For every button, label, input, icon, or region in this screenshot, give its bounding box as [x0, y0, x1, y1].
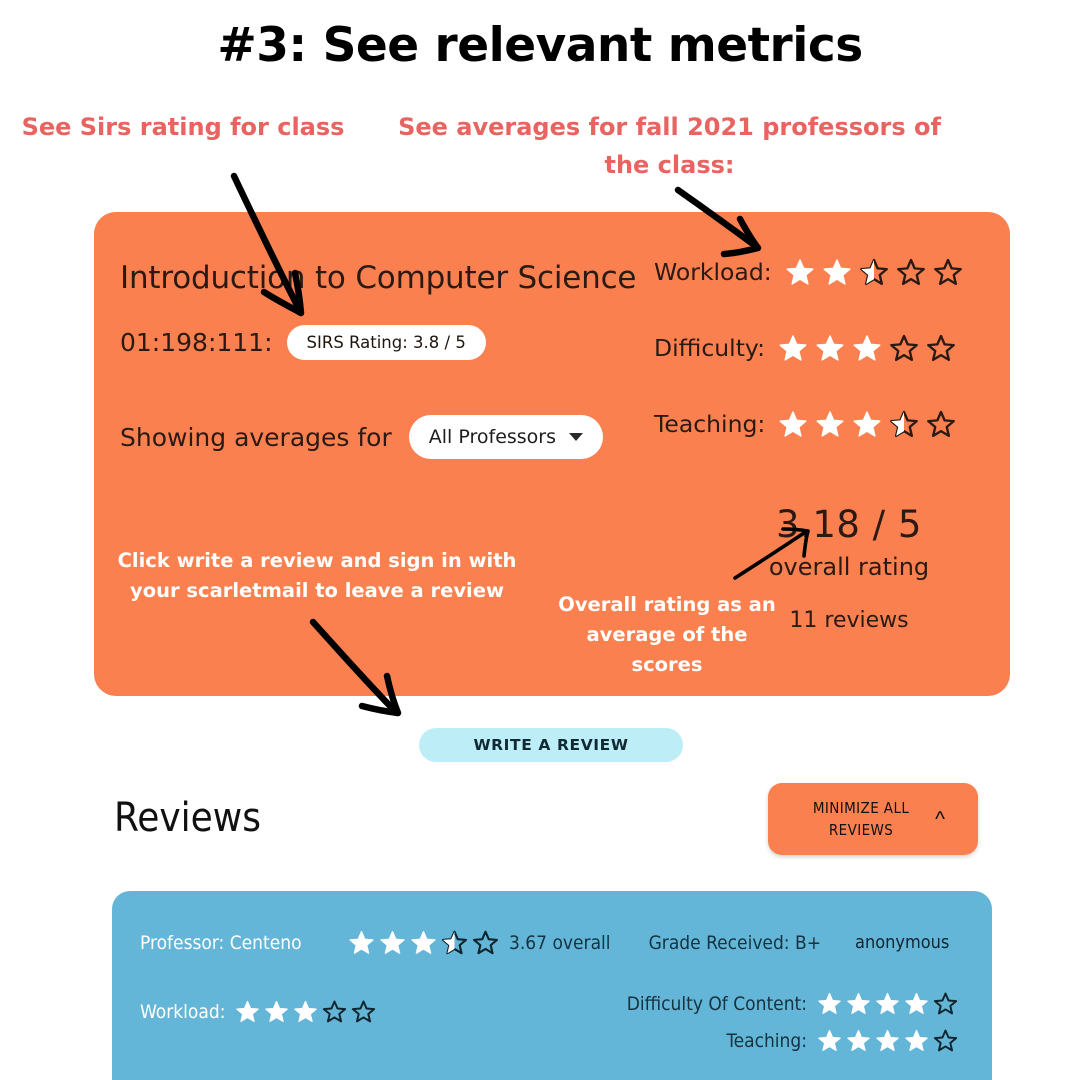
write-review-button[interactable]: WRITE A REVIEW	[419, 728, 683, 762]
star-filled-icon	[816, 411, 844, 437]
star-empty-icon	[323, 1000, 347, 1023]
star-filled-icon	[905, 992, 928, 1015]
star-filled-icon	[853, 411, 881, 437]
review-workload-row: Workload:	[140, 999, 376, 1024]
review-teaching-stars	[817, 1028, 958, 1053]
metric-stars	[778, 333, 956, 363]
star-empty-icon	[933, 1029, 958, 1052]
star-half-icon	[890, 410, 919, 438]
annotation-write-review: Click write a review and sign in with yo…	[117, 549, 517, 602]
star-empty-icon	[896, 258, 925, 286]
star-filled-icon	[816, 335, 844, 361]
metric-row: Difficulty:	[654, 328, 994, 368]
showing-averages-row: Showing averages for All Professors	[120, 415, 604, 459]
chevron-down-icon	[569, 433, 584, 441]
star-filled-icon	[818, 1029, 841, 1052]
metric-row: Teaching:	[654, 404, 994, 444]
review-workload-stars	[235, 999, 376, 1024]
annotation-overall-average: Overall rating as an average of the scor…	[558, 593, 776, 676]
star-filled-icon	[236, 1000, 260, 1023]
review-difficulty-stars	[817, 991, 958, 1016]
course-code-row: 01:198:111: SIRS Rating: 3.8 / 5	[120, 325, 486, 360]
review-grade: Grade Received: B+	[648, 931, 822, 954]
review-difficulty-label: Difficulty Of Content:	[626, 992, 807, 1015]
professor-select[interactable]: All Professors	[408, 415, 604, 459]
metric-label: Teaching:	[654, 410, 766, 438]
star-empty-icon	[933, 258, 962, 286]
sirs-rating-pill[interactable]: SIRS Rating: 3.8 / 5	[286, 325, 486, 360]
star-empty-icon	[352, 1000, 376, 1023]
chevron-up-icon: ^	[935, 807, 945, 831]
metric-stars	[785, 257, 963, 287]
star-filled-icon	[847, 1029, 870, 1052]
metric-row: Workload:	[654, 252, 994, 292]
star-half-icon	[859, 258, 888, 286]
review-card: Professor: Centeno 3.67 overall Grade Re…	[112, 891, 992, 1080]
course-title: Introduction to Computer Science	[120, 260, 637, 296]
metric-stars	[778, 409, 956, 439]
star-filled-icon	[294, 1000, 318, 1023]
overall-rating-score: 3.18 / 5	[776, 503, 922, 546]
star-filled-icon	[823, 259, 851, 285]
annotation-averages: See averages for fall 2021 professors of…	[398, 113, 941, 179]
review-overall-stars	[348, 929, 499, 956]
star-filled-icon	[380, 931, 405, 954]
star-empty-icon	[933, 992, 958, 1015]
review-workload-label: Workload:	[140, 1000, 226, 1023]
page-title: #3: See relevant metrics	[217, 18, 863, 73]
star-filled-icon	[411, 931, 436, 954]
star-empty-icon	[927, 410, 956, 438]
review-card-header: Professor: Centeno 3.67 overall Grade Re…	[140, 929, 949, 956]
minimize-all-reviews-label: MINIMIZE ALL REVIEWS	[812, 799, 910, 839]
review-overall-text: 3.67 overall	[509, 931, 611, 954]
course-code: 01:198:111:	[120, 328, 273, 357]
star-filled-icon	[847, 992, 870, 1015]
slide-canvas: #3: See relevant metrics See Sirs rating…	[0, 0, 1080, 1080]
star-filled-icon	[779, 335, 807, 361]
review-right-ratings: Difficulty Of Content: Teaching:	[627, 991, 958, 1065]
star-filled-icon	[349, 931, 374, 954]
star-half-icon	[441, 930, 468, 955]
review-professor: Professor: Centeno	[140, 931, 302, 954]
star-filled-icon	[876, 992, 899, 1015]
star-filled-icon	[786, 259, 814, 285]
star-filled-icon	[905, 1029, 928, 1052]
star-filled-icon	[818, 992, 841, 1015]
professor-select-value: All Professors	[428, 426, 557, 448]
showing-averages-label: Showing averages for	[120, 422, 392, 452]
review-difficulty-row: Difficulty Of Content:	[627, 991, 958, 1016]
review-teaching-label: Teaching:	[726, 1029, 807, 1052]
star-filled-icon	[876, 1029, 899, 1052]
star-filled-icon	[779, 411, 807, 437]
annotation-sirs-rating: See Sirs rating for class	[21, 113, 345, 141]
star-empty-icon	[890, 334, 918, 362]
star-filled-icon	[265, 1000, 289, 1023]
star-empty-icon	[927, 334, 955, 362]
review-teaching-row: Teaching:	[627, 1028, 958, 1053]
star-filled-icon	[853, 335, 881, 361]
course-summary-card: Introduction to Computer Science 01:198:…	[94, 212, 1010, 696]
metric-label: Difficulty:	[654, 334, 766, 362]
minimize-all-reviews-button[interactable]: MINIMIZE ALL REVIEWS ^	[768, 783, 978, 855]
metric-label: Workload:	[654, 258, 772, 286]
star-empty-icon	[472, 930, 499, 955]
overall-rating-caption: overall rating	[768, 553, 930, 581]
review-author: anonymous	[855, 932, 950, 953]
reviews-heading: Reviews	[114, 795, 261, 841]
metrics-list: Workload: Difficulty: Teaching:	[654, 252, 994, 480]
